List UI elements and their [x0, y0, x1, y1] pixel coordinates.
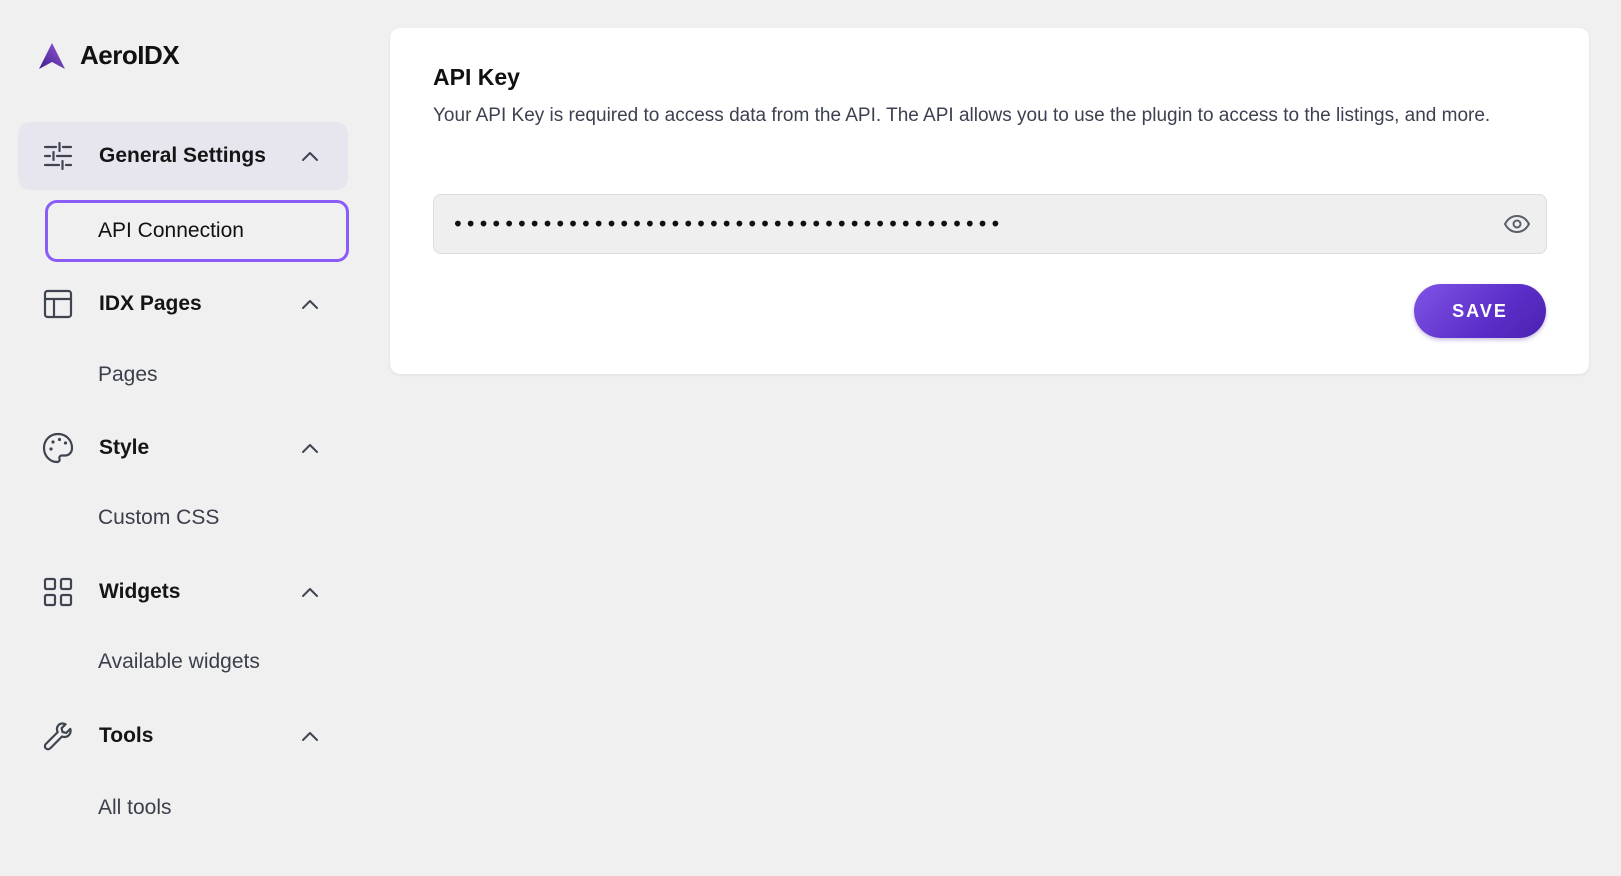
sidebar-item-pages[interactable]: Pages	[45, 344, 349, 406]
sliders-icon	[42, 140, 74, 172]
sidebar-item-label: Available widgets	[98, 650, 260, 673]
nav-group-label: General Settings	[99, 144, 266, 167]
sidebar-item-label: Custom CSS	[98, 506, 220, 529]
nav-group-label: IDX Pages	[99, 292, 202, 315]
api-key-field[interactable]	[433, 194, 1547, 254]
wrench-icon	[42, 720, 74, 752]
aeroidx-logo-icon	[38, 42, 66, 70]
sidebar-item-custom-css[interactable]: Custom CSS	[45, 487, 349, 549]
card-description: Your API Key is required to access data …	[433, 105, 1491, 126]
sidebar-item-label: Pages	[98, 363, 158, 386]
chevron-up-icon[interactable]	[300, 582, 320, 602]
nav-group-tools[interactable]: Tools	[18, 702, 348, 770]
save-button[interactable]: SAVE	[1414, 284, 1546, 338]
nav-group-widgets[interactable]: Widgets	[18, 558, 348, 626]
brand-name: AeroIDX	[80, 40, 180, 70]
brand[interactable]: AeroIDX	[38, 40, 180, 71]
sidebar-item-available-widgets[interactable]: Available widgets	[45, 631, 349, 693]
sidebar-item-label: All tools	[98, 796, 172, 819]
grid-icon	[42, 576, 74, 608]
chevron-up-icon[interactable]	[300, 146, 320, 166]
palette-icon	[42, 432, 74, 464]
nav-group-label: Tools	[99, 724, 154, 747]
nav-group-idx-pages[interactable]: IDX Pages	[18, 270, 348, 338]
api-key-card: API Key Your API Key is required to acce…	[390, 28, 1589, 374]
nav-group-label: Style	[99, 436, 150, 459]
chevron-up-icon[interactable]	[300, 726, 320, 746]
sidebar: AeroIDX General Settings API Connection …	[0, 0, 370, 876]
chevron-up-icon[interactable]	[300, 294, 320, 314]
card-title: API Key	[433, 64, 520, 90]
eye-icon[interactable]	[1502, 210, 1532, 238]
nav-group-style[interactable]: Style	[18, 414, 348, 482]
sidebar-item-all-tools[interactable]: All tools	[45, 777, 349, 839]
sidebar-item-label: API Connection	[98, 219, 244, 242]
chevron-up-icon[interactable]	[300, 438, 320, 458]
layout-icon	[42, 288, 74, 320]
api-key-input[interactable]	[434, 195, 1484, 253]
sidebar-item-api-connection[interactable]: API Connection	[45, 200, 349, 262]
nav-group-label: Widgets	[99, 580, 181, 603]
nav-group-general-settings[interactable]: General Settings	[18, 122, 348, 190]
